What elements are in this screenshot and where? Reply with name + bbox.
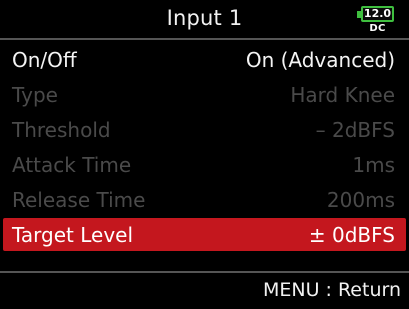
- menu-item-type: Type Hard Knee: [0, 77, 409, 112]
- footer-divider: [0, 271, 409, 273]
- menu-item-threshold: Threshold – 2dBFS: [0, 112, 409, 147]
- menu-return-hint[interactable]: MENU : Return: [263, 279, 401, 301]
- battery-voltage: 12.0: [363, 7, 392, 20]
- battery-indicator: 12.0 DC: [357, 6, 399, 36]
- menu-item-label: Release Time: [12, 187, 146, 212]
- menu-item-label: Target Level: [12, 222, 134, 247]
- menu-item-label: Type: [12, 82, 58, 107]
- menu-item-label: Attack Time: [12, 152, 132, 177]
- menu-item-attack-time: Attack Time 1ms: [0, 147, 409, 182]
- page-title: Input 1: [166, 6, 243, 30]
- menu-item-value: Hard Knee: [290, 82, 395, 107]
- header-divider: [0, 38, 409, 40]
- screen-footer: MENU : Return: [0, 271, 409, 309]
- power-source-label: DC: [369, 23, 386, 34]
- menu-item-value: On (Advanced): [245, 47, 395, 72]
- menu-item-label: On/Off: [12, 47, 77, 72]
- menu-item-on-off[interactable]: On/Off On (Advanced): [0, 42, 409, 77]
- menu-item-target-level[interactable]: Target Level ± 0dBFS: [3, 218, 406, 251]
- menu-item-release-time: Release Time 200ms: [0, 182, 409, 217]
- menu-list: On/Off On (Advanced) Type Hard Knee Thre…: [0, 42, 409, 251]
- menu-item-value: ± 0dBFS: [308, 222, 395, 247]
- screen-header: Input 1 12.0 DC: [0, 0, 409, 38]
- menu-item-value: 200ms: [326, 187, 395, 212]
- menu-item-value: – 2dBFS: [315, 117, 395, 142]
- menu-item-value: 1ms: [352, 152, 395, 177]
- menu-item-label: Threshold: [12, 117, 111, 142]
